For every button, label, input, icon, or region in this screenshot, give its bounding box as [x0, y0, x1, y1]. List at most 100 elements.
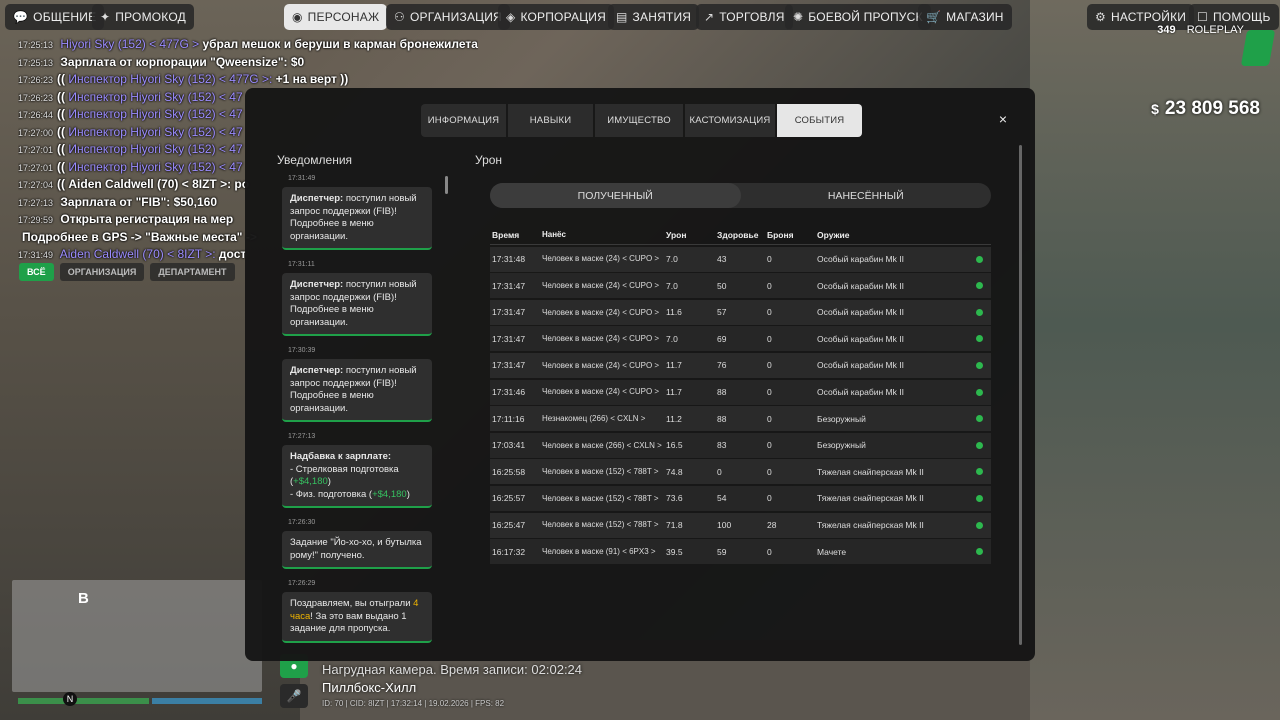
tab-1[interactable]: НАВЫКИ — [508, 104, 593, 137]
cell-time: 17:31:47 — [492, 280, 526, 291]
table-row[interactable]: 16:25:57 Человек в маске (152) < 788T > 73… — [490, 485, 991, 511]
damage-switch: ПОЛУЧЕННЫЙ НАНЕСЁННЫЙ — [490, 183, 991, 208]
col-attacker: Нанёс — [542, 229, 566, 239]
cell-health: 43 — [717, 254, 727, 265]
chat-prefix: (( — [57, 159, 66, 174]
cell-damage: 71.8 — [666, 520, 683, 531]
table-row[interactable]: 16:25:47 Человек в маске (152) < 788T > 71… — [490, 512, 991, 538]
chat-text: дост — [218, 247, 247, 261]
switch-dealt[interactable]: НАНЕСЁННЫЙ — [741, 183, 992, 208]
cell-health: 83 — [717, 440, 727, 451]
topbar-label: ОРГАНИЗАЦИЯ — [409, 10, 502, 24]
cell-attacker: Человек в маске (24) < CUPO > — [542, 307, 660, 317]
cell-time: 16:17:32 — [492, 546, 526, 557]
chat-time: 17:27:01 — [18, 145, 54, 155]
cell-armor: 0 — [767, 546, 772, 557]
topbar-person-button[interactable]: ◉ ПЕРСОНАЖ — [284, 4, 388, 30]
cell-damage: 11.7 — [666, 387, 682, 398]
tab-0[interactable]: ИНФОРМАЦИЯ — [421, 104, 506, 137]
table-row[interactable]: 17:31:46 Человек в маске (24) < CUPO > 11.… — [490, 379, 991, 405]
chat-line: 17:25:13 Зарплата от корпорации "Qweensi… — [18, 54, 478, 72]
table-body: 17:31:48 Человек в маске (24) < CUPO > 7.0… — [490, 246, 991, 565]
gear-icon: ⚙ — [1095, 10, 1106, 24]
topbar-cart-button[interactable]: 🛒 МАГАЗИН — [918, 4, 1012, 30]
notification-card: Задание "Йо-хо-хо, и бутылка рому!" полу… — [282, 531, 432, 569]
chat-time: 17:27:13 — [18, 197, 54, 208]
modal-scrollbar[interactable] — [1019, 145, 1022, 645]
chat-time: 17:25:13 — [18, 57, 54, 68]
table-row[interactable]: 17:31:47 Человек в маске (24) < CUPO > 11.… — [490, 352, 991, 378]
damage-table: Время Нанёс Урон Здоровье Броня Оружие 1… — [490, 225, 991, 565]
table-row[interactable]: 17:31:48 Человек в маске (24) < CUPO > 7.0… — [490, 246, 991, 272]
notifications-list[interactable]: 17:31:49 Диспетчер: поступил новый запрос… — [282, 173, 448, 657]
table-row[interactable]: 17:31:47 Человек в маске (24) < CUPO > 11.… — [490, 299, 991, 325]
chat-name: Aiden Caldwell (70) < 8IZT >: — [59, 247, 216, 261]
cell-weapon: Тяжелая снайперская Mk II — [817, 520, 924, 531]
minimap-blip-b: B — [78, 590, 89, 607]
cell-damage: 7.0 — [666, 280, 678, 291]
notification-card: Диспетчер: поступил новый запрос поддерж… — [282, 187, 432, 250]
cell-attacker: Человек в маске (152) < 788T > — [542, 493, 659, 503]
topbar-org-button[interactable]: ⚇ ОРГАНИЗАЦИЯ — [386, 4, 510, 30]
cell-weapon: Безоружный — [817, 413, 866, 424]
chat-tab[interactable]: ВСЁ — [19, 263, 54, 281]
chart-icon: ↗ — [704, 10, 715, 24]
chat-text: Подробнее в GPS -> "Важные места" -> — [22, 229, 257, 244]
table-row[interactable]: 17:31:47 Человек в маске (24) < CUPO > 7.0… — [490, 273, 991, 299]
cell-armor: 0 — [767, 360, 772, 371]
topbar-label: НАСТРОЙКИ — [1110, 10, 1187, 24]
topbar-corp-button[interactable]: ◈ КОРПОРАЦИЯ — [498, 4, 614, 30]
cell-health: 50 — [717, 280, 727, 291]
cell-time: 17:31:46 — [492, 387, 526, 398]
switch-received[interactable]: ПОЛУЧЕННЫЙ — [490, 183, 741, 208]
microphone-icon: 🎤 — [280, 684, 308, 708]
table-row[interactable]: 17:11:16 Незнакомец (266) < CXLN > 11.2 88 0… — [490, 406, 991, 432]
chat-prefix: (( — [57, 124, 66, 139]
topbar-book-button[interactable]: ▤ ЗАНЯТИЯ — [608, 4, 700, 30]
online-count: 349 — [1157, 24, 1176, 36]
topbar-gift-button[interactable]: ✦ ПРОМОКОД — [92, 4, 194, 30]
notifications-scrollbar[interactable] — [445, 176, 448, 194]
chat-time: 17:25:13 — [18, 40, 54, 50]
cell-damage: 11.6 — [666, 307, 682, 318]
money-amount: 23 809 568 — [1164, 98, 1260, 119]
chat-tab[interactable]: ОРГАНИЗАЦИЯ — [59, 263, 145, 281]
status-dot-icon — [969, 308, 989, 316]
table-row[interactable]: 16:25:58 Человек в маске (152) < 788T > 74… — [490, 459, 991, 485]
status-dot-icon — [969, 282, 989, 290]
cell-health: 69 — [717, 333, 727, 344]
topbar-chart-button[interactable]: ↗ ТОРГОВЛЯ — [696, 4, 793, 30]
tab-4[interactable]: СОБЫТИЯ — [777, 104, 862, 137]
character-modal: ИНФОРМАЦИЯ НАВЫКИ ИМУЩЕСТВО КАСТОМИЗАЦИЯ СОБ… — [245, 88, 1035, 661]
cell-armor: 0 — [767, 440, 772, 451]
health-bar — [18, 698, 150, 704]
notification-time: 17:30:39 — [288, 347, 316, 354]
chat-prefix: (( — [57, 72, 66, 86]
cell-armor: 0 — [767, 413, 772, 424]
tab-3[interactable]: КАСТОМИЗАЦИЯ — [685, 104, 775, 137]
cell-armor: 0 — [767, 307, 772, 318]
chat-prefix: (( — [57, 89, 66, 104]
table-row[interactable]: 17:31:47 Человек в маске (24) < CUPO > 7.0… — [490, 326, 991, 352]
topbar-label: ПРОМОКОД — [115, 10, 186, 24]
tab-2[interactable]: ИМУЩЕСТВО — [595, 104, 683, 137]
topbar-battlepass-button[interactable]: ✺ БОЕВОЙ ПРОПУСК — [785, 4, 931, 30]
chat-tab[interactable]: ДЕПАРТАМЕНТ — [150, 263, 235, 281]
location-text: Пиллбокс-Хилл — [322, 680, 417, 695]
chat-time: 17:29:59 — [18, 215, 54, 225]
chat-name: Инспектор Hiyori Sky (152) < 477G >: — [68, 72, 273, 86]
table-row[interactable]: 16:17:32 Человек в маске (91) < 6PX3 > 39.… — [490, 539, 991, 565]
cell-time: 17:31:47 — [492, 333, 526, 344]
chat-prefix: (( — [57, 142, 66, 156]
close-icon[interactable]: × — [999, 111, 1007, 127]
chat-name: Инспектор Hiyori Sky (152) < 47 — [68, 159, 243, 174]
cell-damage: 16.5 — [666, 440, 683, 451]
cell-damage: 7.0 — [666, 254, 678, 265]
cell-armor: 0 — [767, 466, 772, 477]
table-row[interactable]: 17:03:41 Человек в маске (266) < CXLN > 16… — [490, 432, 991, 458]
status-dot-icon — [969, 388, 989, 396]
chat-name: Инспектор Hiyori Sky (152) < 47 — [68, 142, 243, 156]
topbar-chat-button[interactable]: 💬 ОБЩЕНИЕ — [5, 4, 105, 30]
cell-damage: 7.0 — [666, 333, 678, 344]
chat-name: Hiyori Sky (152) < 477G > — [60, 37, 200, 51]
